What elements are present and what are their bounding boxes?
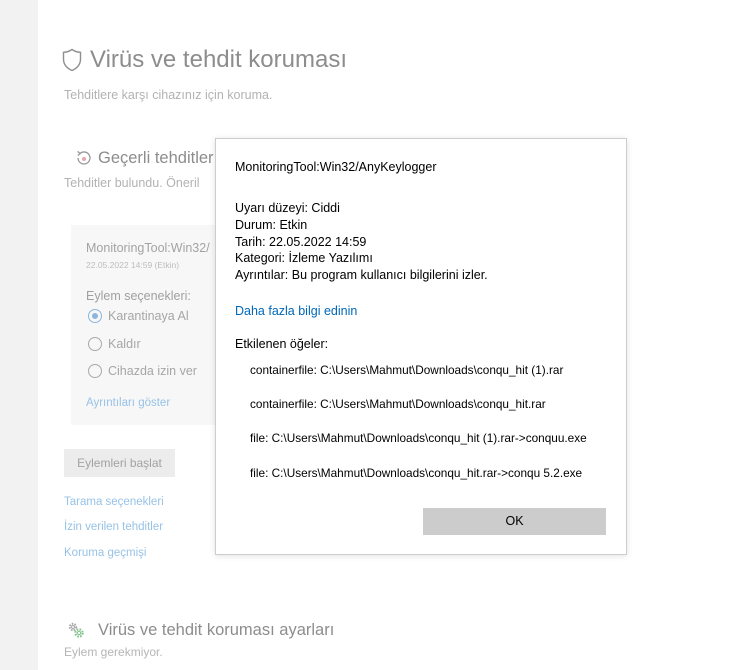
radio-option-quarantine[interactable]: Karantinaya Al: [88, 307, 189, 325]
affected-items-label: Etkilenen öğeler:: [235, 337, 329, 351]
dialog-title: MonitoringTool:Win32/AnyKeylogger: [235, 160, 437, 174]
threat-details-list: Uyarı düzeyi: Ciddi Durum: Etkin Tarih: …: [235, 200, 488, 284]
radio-button[interactable]: [88, 364, 102, 378]
threat-date: 22.05.2022 14:59 (Etkin): [86, 260, 180, 270]
radio-option-allow[interactable]: Cihazda izin ver: [88, 362, 197, 380]
radio-label: Karantinaya Al: [108, 309, 189, 323]
affected-item: file: C:\Users\Mahmut\Downloads\conqu_hi…: [250, 466, 583, 480]
affected-item: containerfile: C:\Users\Mahmut\Downloads…: [250, 363, 564, 377]
affected-item: containerfile: C:\Users\Mahmut\Downloads…: [250, 397, 546, 411]
radio-button[interactable]: [88, 337, 102, 351]
settings-gears-icon: [66, 620, 86, 640]
threat-category: Kategori: İzleme Yazılımı: [235, 251, 373, 266]
show-details-link[interactable]: Ayrıntıları göster: [86, 395, 170, 411]
scan-options-link[interactable]: Tarama seçenekleri: [64, 494, 164, 510]
current-threats-subtitle: Tehditler bulundu. Öneril: [64, 176, 200, 190]
radio-button[interactable]: [88, 309, 102, 323]
radio-label: Kaldır: [108, 337, 141, 351]
page-subtitle: Tehditlere karşı cihazınız için koruma.: [64, 88, 273, 102]
protection-history-link[interactable]: Koruma geçmişi: [64, 545, 146, 561]
start-actions-button[interactable]: Eylemleri başlat: [64, 449, 175, 477]
threat-date: Tarih: 22.05.2022 14:59: [235, 234, 367, 249]
settings-status: Eylem gerekmiyor.: [64, 645, 163, 659]
radio-option-remove[interactable]: Kaldır: [88, 335, 141, 353]
action-options-label: Eylem seçenekleri:: [86, 289, 191, 303]
navigation-sidebar: [0, 0, 38, 670]
threat-name: MonitoringTool:Win32/: [86, 241, 210, 255]
threat-description: Ayrıntılar: Bu program kullanıcı bilgile…: [235, 268, 488, 282]
current-threats-heading: Geçerli tehditler: [98, 149, 214, 167]
threat-refresh-icon: [75, 149, 93, 167]
affected-item: file: C:\Users\Mahmut\Downloads\conqu_hi…: [250, 431, 587, 445]
threat-details-dialog: MonitoringTool:Win32/AnyKeylogger Uyarı …: [215, 138, 627, 555]
allowed-threats-link[interactable]: İzin verilen tehditler: [64, 519, 163, 535]
page-title: Virüs ve tehdit koruması: [90, 46, 348, 73]
radio-label: Cihazda izin ver: [108, 364, 197, 378]
shield-icon: [62, 48, 82, 72]
threat-status: Durum: Etkin: [235, 217, 308, 232]
alert-level: Uyarı düzeyi: Ciddi: [235, 201, 340, 215]
settings-heading: Virüs ve tehdit koruması ayarları: [98, 621, 335, 639]
ok-button[interactable]: OK: [423, 508, 606, 535]
more-info-link[interactable]: Daha fazla bilgi edinin: [235, 303, 357, 319]
